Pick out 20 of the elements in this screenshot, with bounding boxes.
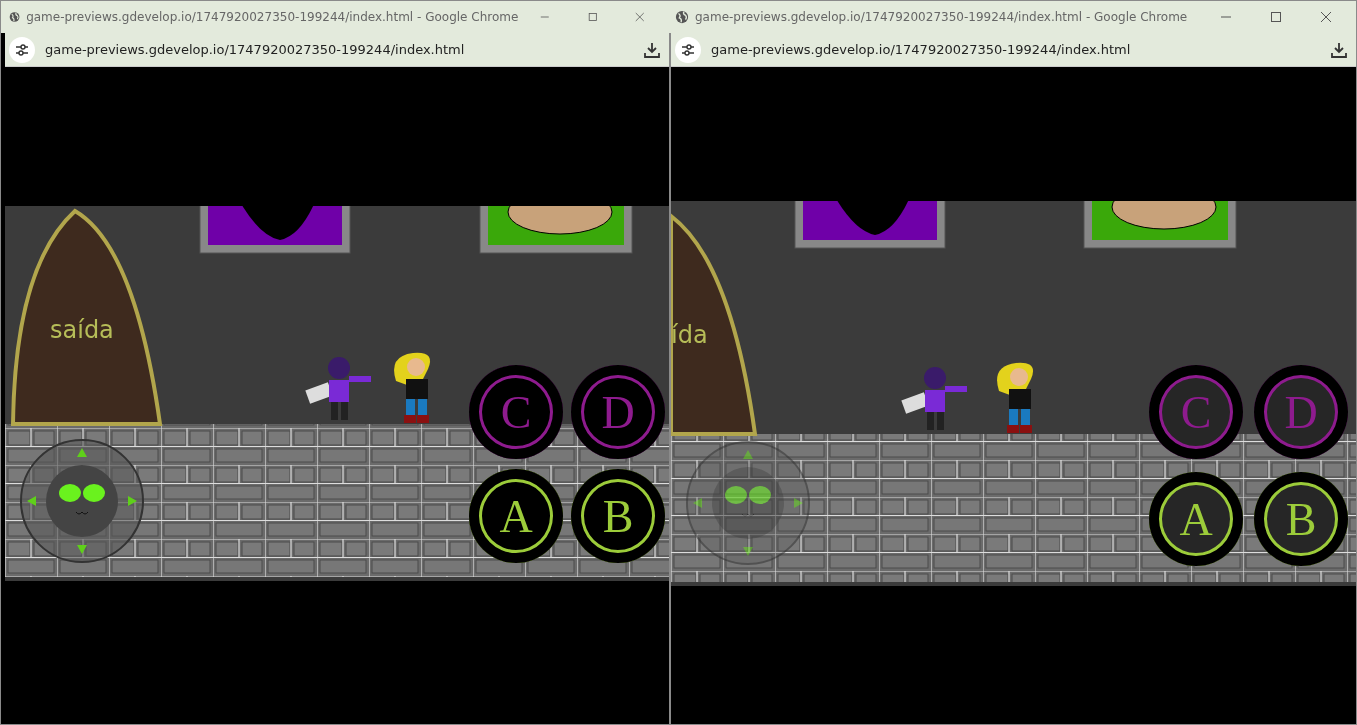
download-icon[interactable]	[1330, 40, 1348, 59]
globe-icon	[9, 10, 21, 24]
download-icon[interactable]	[643, 40, 661, 59]
site-settings-icon[interactable]	[9, 36, 35, 63]
maximize-icon[interactable]	[1270, 11, 1282, 23]
door-sign: saída	[50, 316, 114, 344]
joystick-icon[interactable]	[685, 440, 811, 566]
close-icon[interactable]	[635, 11, 645, 23]
character-drawing	[997, 362, 1034, 433]
character-drawing	[394, 352, 431, 423]
character-drawing	[901, 367, 967, 430]
site-settings-icon[interactable]	[675, 36, 701, 63]
window-title: game-previews.gdevelop.io/1747920027350-199244/index.html - Google Chrome	[26, 10, 519, 24]
close-icon[interactable]	[1320, 11, 1332, 23]
globe-icon	[675, 10, 689, 24]
character-drawing	[305, 357, 371, 420]
door-sign: ída	[671, 321, 708, 349]
joystick-icon[interactable]	[19, 438, 145, 564]
maximize-icon[interactable]	[587, 11, 598, 23]
window-title: game-previews.gdevelop.io/1747920027350-199244/index.html - Google Chrome	[695, 10, 1189, 24]
